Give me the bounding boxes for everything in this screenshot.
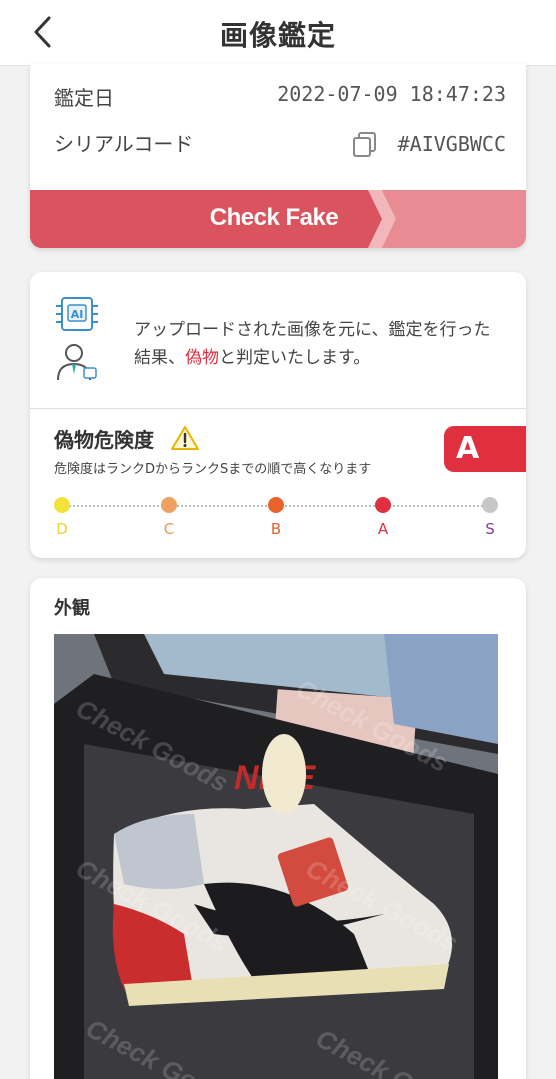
app-header: 画像鑑定 — [0, 0, 556, 66]
risk-card: AI アップロードされた画像を元に、鑑定を行った結果、偽物と判定いたします。 偽… — [30, 272, 526, 558]
section-title: 外観 — [54, 598, 90, 619]
risk-level-label-c: C — [163, 520, 175, 538]
date-label: 鑑定日 — [54, 86, 114, 110]
risk-dot-s — [482, 497, 498, 513]
appearance-card: 外観 NIKE Check Goods — [30, 578, 526, 1079]
result-label: Check Fake — [209, 204, 339, 231]
svg-text:AI: AI — [71, 308, 84, 321]
info-card: 鑑定日 2022-07-09 18:47:23 シリアルコード #AIVGBWC… — [30, 64, 526, 248]
description-highlight: 偽物 — [185, 348, 219, 368]
risk-level-label-b: B — [270, 520, 282, 538]
warning-icon — [170, 424, 200, 452]
risk-dot-c — [161, 497, 177, 513]
risk-dot-b — [268, 497, 284, 513]
result-banner: Check Fake — [30, 190, 526, 248]
risk-title: 偽物危険度 — [54, 428, 154, 452]
risk-dot-d — [54, 497, 70, 513]
page-title: 画像鑑定 — [219, 19, 336, 52]
risk-level-label-a: A — [377, 520, 389, 538]
inspector-icon — [54, 342, 100, 382]
risk-description: 危険度はランクDからランクSまでの順で高くなります — [54, 462, 372, 477]
serial-value: #AIVGBWCC — [397, 132, 506, 156]
ai-chip-icon: AI — [54, 294, 100, 334]
divider — [30, 408, 526, 409]
date-value: 2022-07-09 18:47:23 — [277, 82, 506, 106]
copy-icon[interactable] — [350, 130, 380, 160]
result-description: アップロードされた画像を元に、鑑定を行った結果、偽物と判定いたします。 — [134, 316, 506, 372]
description-text-2: と判定いたします。 — [219, 348, 371, 368]
risk-level-label-s: S — [485, 520, 495, 538]
risk-level-label-d: D — [56, 520, 68, 538]
risk-dot-a — [375, 497, 391, 513]
risk-rank-badge: A — [444, 426, 526, 472]
serial-label: シリアルコード — [54, 132, 194, 156]
sneaker-photo: NIKE Check Goods Check Goods Check Goods… — [54, 634, 498, 1079]
